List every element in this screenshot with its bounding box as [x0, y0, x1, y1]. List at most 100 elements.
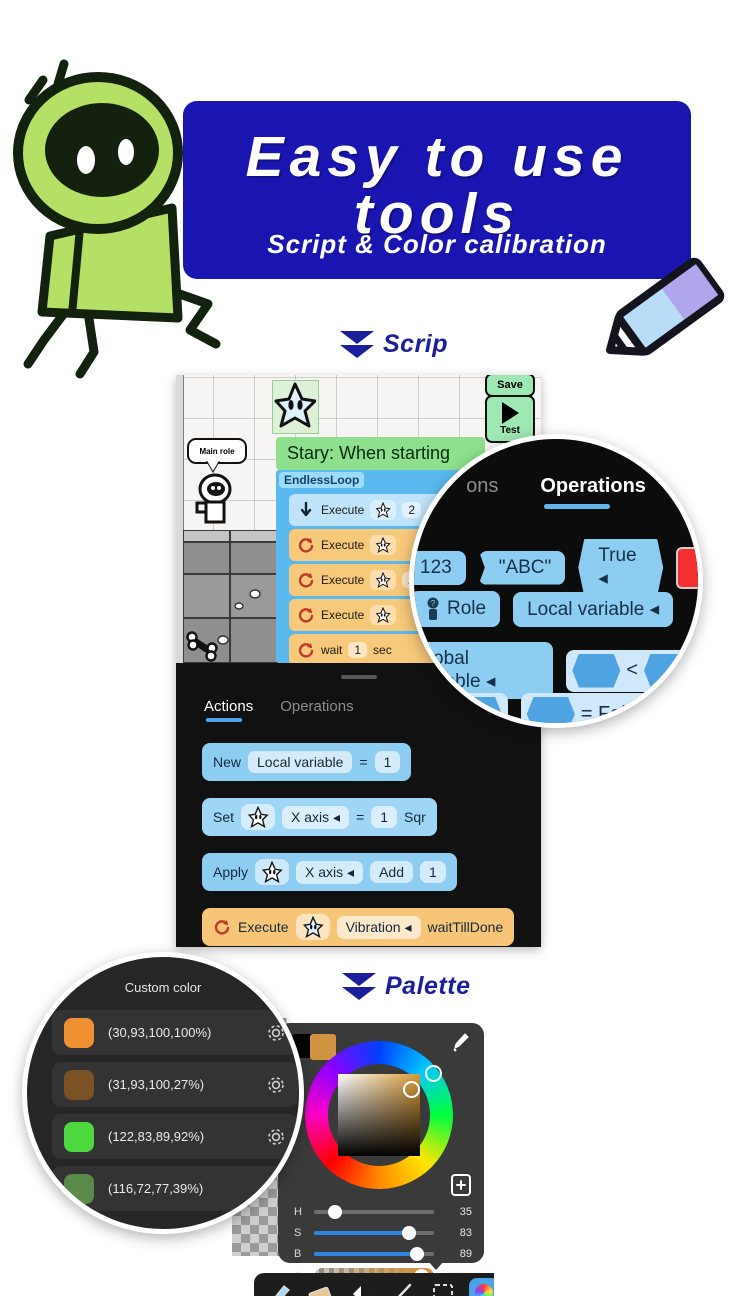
statement-role-chip[interactable] [370, 605, 397, 625]
op-block-label: Role [447, 598, 487, 619]
select-tool-icon[interactable] [428, 1278, 458, 1296]
gear-icon[interactable] [266, 1075, 286, 1095]
op-block-less-than[interactable]: < [566, 649, 698, 692]
statement-role-chip[interactable] [370, 500, 397, 520]
custom-color-row[interactable]: (122,83,89,92%) [52, 1114, 298, 1159]
block-star-role-icon[interactable] [295, 914, 330, 940]
role-icon: ? [427, 597, 439, 620]
block-value-pill[interactable]: 1 [374, 751, 401, 773]
color-tool-icon[interactable] [469, 1278, 494, 1296]
gear-icon[interactable] [266, 1127, 286, 1147]
tooltip-arrow-icon [206, 459, 220, 471]
save-swatch-icon[interactable] [450, 1173, 472, 1197]
statement-verb: wait [321, 643, 343, 657]
block-axis-pill[interactable]: X axis ◂ [296, 860, 364, 884]
color-swatch[interactable] [64, 1173, 94, 1204]
action-block-execute-vibration[interactable]: Execute Vibration ◂ waitTillDone [202, 908, 515, 946]
action-block-apply-x-axis[interactable]: Apply X axis ◂ Add 1 [202, 853, 457, 891]
slider-knob-b[interactable] [410, 1246, 424, 1261]
op-block-number[interactable]: 123 [414, 550, 466, 585]
sb-handle[interactable] [403, 1081, 420, 1098]
op-slot-left[interactable] [572, 653, 621, 688]
block-star-role-icon[interactable] [255, 859, 290, 885]
terrain-tiles [183, 530, 278, 663]
statement-role-chip[interactable] [370, 535, 397, 555]
refresh-icon [298, 538, 314, 553]
statement-arg[interactable]: 1 [348, 642, 368, 658]
slider-track-b[interactable] [314, 1246, 434, 1261]
slider-knob-h[interactable] [328, 1204, 343, 1219]
block-axis-pill[interactable]: X axis ◂ [282, 805, 350, 829]
double-chevron-down-icon [342, 973, 376, 1000]
hue-handle[interactable] [425, 1065, 442, 1082]
tab-operations[interactable]: Operations [540, 475, 646, 509]
hue-wheel[interactable] [305, 1041, 453, 1189]
panel-tab-bar: Actions Operations [204, 698, 354, 722]
op-slot-left[interactable] [526, 697, 575, 723]
main-role-sprite[interactable] [194, 472, 236, 530]
block-variable-pill[interactable]: Local variable [248, 751, 353, 773]
hat-block[interactable]: Stary: When starting [276, 437, 485, 470]
eraser-tool-icon[interactable] [305, 1278, 335, 1296]
op-block-role[interactable]: ? Role [414, 591, 501, 627]
op-block-true[interactable]: True ◂ [578, 539, 664, 596]
block-keyword: Set [213, 809, 235, 825]
custom-color-row[interactable]: (116,72,77,39%) [52, 1166, 298, 1211]
play-icon [501, 402, 519, 424]
statement-role-chip[interactable] [370, 570, 397, 590]
block-vibration-pill[interactable]: Vibration ◂ [336, 915, 421, 939]
star-sprite[interactable] [274, 381, 316, 429]
op-block-equals-false[interactable]: = False [520, 693, 653, 725]
refresh-icon [298, 573, 314, 588]
statement-verb: Execute [321, 573, 365, 587]
action-block-new-local-variable[interactable]: New Local variable = 1 [202, 743, 412, 781]
slider-row-b: B 89 [294, 1243, 472, 1264]
color-value: (30,93,100,100%) [108, 1025, 212, 1040]
tab-actions[interactable]: Actions [204, 698, 253, 722]
op-block-string[interactable]: "ABC" [478, 550, 566, 585]
eyedropper-icon[interactable] [450, 1031, 470, 1053]
block-star-role-icon[interactable] [241, 804, 276, 830]
op-block-global-variable[interactable]: Global variable ◂ [414, 642, 554, 699]
gear-icon[interactable] [266, 1023, 286, 1043]
section-label-scrip: Scrip [340, 330, 448, 359]
block-value-pill[interactable]: 1 [420, 861, 446, 883]
drawing-toolbar [254, 1273, 494, 1296]
block-op-pill[interactable]: Add [370, 861, 413, 883]
brush-tool-icon[interactable] [264, 1278, 294, 1296]
line-tool-icon[interactable] [387, 1278, 417, 1296]
test-button-label: Test [500, 425, 520, 436]
block-keyword: Execute [238, 919, 289, 935]
operations-row: or = False [424, 693, 653, 725]
custom-color-row[interactable]: (31,93,100,27%) [52, 1062, 298, 1107]
slider-knob-s[interactable] [401, 1225, 416, 1240]
op-slot-right[interactable] [644, 653, 692, 688]
custom-color-row[interactable]: (30,93,100,100%) [52, 1010, 298, 1055]
tab-operations[interactable]: Operations [280, 698, 353, 722]
statement-verb: Execute [321, 503, 365, 517]
refresh-icon [214, 920, 230, 935]
refresh-icon [298, 643, 314, 658]
slider-value-s: 83 [459, 1226, 472, 1239]
save-button[interactable]: Save [485, 375, 535, 397]
op-block-color-swatch[interactable] [676, 546, 698, 589]
op-block-or[interactable]: or [424, 693, 508, 725]
tab-actions-partial[interactable]: ons [466, 475, 498, 509]
op-block-local-variable[interactable]: Local variable ◂ [513, 591, 674, 627]
block-operator: = [359, 754, 368, 770]
color-swatch[interactable] [64, 1017, 94, 1048]
op-comparator: < [626, 659, 638, 681]
refresh-icon [298, 608, 314, 623]
drag-handle[interactable] [340, 675, 377, 679]
action-block-set-x-axis[interactable]: Set X axis ◂ = 1 Sqr [202, 798, 437, 836]
slider-track-s[interactable] [314, 1225, 434, 1240]
op-comparator: = False [580, 702, 647, 725]
magnified-tab-bar: ons Operations [414, 475, 698, 509]
bucket-tool-icon[interactable] [346, 1278, 376, 1296]
block-value-pill[interactable]: 1 [371, 806, 398, 828]
color-swatch[interactable] [64, 1069, 94, 1100]
section-label-text: Palette [385, 972, 471, 1000]
op-operator: or [430, 702, 448, 725]
color-swatch[interactable] [64, 1121, 94, 1152]
slider-track-h[interactable] [314, 1204, 434, 1219]
